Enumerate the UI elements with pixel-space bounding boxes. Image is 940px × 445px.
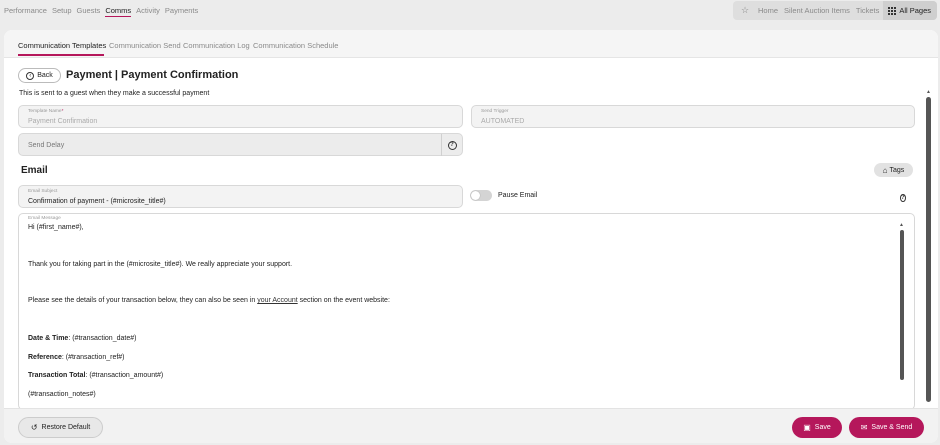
top-nav: Performance Setup Guests Comms Activity …: [4, 6, 198, 17]
restore-label: Restore Default: [41, 424, 91, 431]
page-description: This is sent to a guest when they make a…: [19, 90, 210, 97]
pause-email-toggle[interactable]: [470, 190, 492, 201]
quick-links: ☆ Home Silent Auction Items Tickets All …: [733, 1, 937, 20]
message-thanks: Thank you for taking part in the (#micro…: [28, 261, 293, 268]
top-bar: Performance Setup Guests Comms Activity …: [0, 0, 940, 22]
scroll-up-arrow-icon[interactable]: ▲: [899, 222, 904, 228]
save-icon: ▣: [803, 423, 811, 432]
tags-label: Tags: [889, 166, 905, 174]
send-delay-field[interactable]: Send Delay ?: [18, 133, 463, 156]
tags-button[interactable]: ⌂ Tags: [874, 163, 913, 177]
tab-communication-send[interactable]: Communication Send: [109, 41, 181, 50]
restore-icon: ↺: [30, 423, 38, 432]
save-send-label: Save & Send: [871, 424, 913, 431]
quick-link-silent-auction[interactable]: Silent Auction Items: [784, 6, 850, 15]
email-subject-label: Email Subject: [28, 189, 58, 194]
active-tab-indicator: [18, 54, 104, 56]
sub-tabs: Communication Templates Communication Se…: [4, 30, 938, 58]
nav-activity[interactable]: Activity: [136, 6, 160, 17]
required-mark: *: [61, 109, 64, 114]
message-greeting: Hi (#first_name#),: [28, 224, 84, 231]
message-notes: (#transaction_notes#): [28, 391, 96, 398]
quick-link-tickets[interactable]: Tickets: [856, 6, 879, 15]
send-trigger-label: Send Trigger: [481, 109, 509, 114]
template-name-label: Template Name: [28, 109, 62, 114]
nav-comms[interactable]: Comms: [105, 6, 132, 17]
back-arrow-icon: ‹: [26, 71, 35, 80]
template-name-value: Payment Confirmation: [28, 118, 98, 125]
tab-communication-log[interactable]: Communication Log: [183, 41, 250, 50]
all-pages-button[interactable]: All Pages: [883, 1, 937, 20]
save-and-send-button[interactable]: ✉ Save & Send: [849, 417, 924, 438]
page-title: Payment | Payment Confirmation: [66, 69, 239, 81]
all-pages-label: All Pages: [899, 6, 931, 15]
send-delay-help-button[interactable]: ?: [441, 134, 462, 156]
tag-icon: ⌂: [882, 165, 888, 175]
email-section-title: Email: [21, 165, 48, 176]
tab-communication-schedule[interactable]: Communication Schedule: [253, 41, 338, 50]
main-card: Communication Templates Communication Se…: [4, 30, 938, 443]
mail-icon: ✉: [860, 423, 868, 432]
nav-guests[interactable]: Guests: [77, 6, 101, 17]
help-icon: ?: [447, 140, 457, 150]
email-message-editor[interactable]: Email Message Hi (#first_name#), Thank y…: [18, 213, 915, 410]
send-delay-placeholder: Send Delay: [28, 142, 65, 149]
nav-setup[interactable]: Setup: [52, 6, 72, 17]
help-icon: ?: [900, 194, 906, 202]
footer-bar: ↺ Restore Default ▣ Save ✉ Save & Send: [4, 408, 938, 443]
toggle-knob: [471, 191, 480, 200]
email-subject-value: Confirmation of payment - (#microsite_ti…: [28, 198, 166, 205]
save-label: Save: [814, 424, 831, 431]
message-date: Date & Time: (#transaction_date#): [28, 335, 137, 342]
nav-performance[interactable]: Performance: [4, 6, 47, 17]
restore-default-button[interactable]: ↺ Restore Default: [18, 417, 103, 438]
message-reference: Reference: (#transaction_ref#): [28, 354, 125, 361]
pause-email-label: Pause Email: [498, 192, 538, 199]
message-details: Please see the details of your transacti…: [28, 297, 390, 304]
template-name-field[interactable]: Template Name* Payment Confirmation: [18, 105, 463, 128]
tab-communication-templates[interactable]: Communication Templates: [18, 41, 106, 50]
back-button[interactable]: ‹ Back: [18, 68, 61, 83]
email-message-label: Email Message: [28, 216, 61, 221]
email-help-button[interactable]: ?: [900, 192, 906, 202]
your-account-link[interactable]: your Account: [257, 297, 297, 304]
email-subject-field[interactable]: Email Subject Confirmation of payment - …: [18, 185, 463, 208]
back-label: Back: [37, 72, 53, 79]
save-button[interactable]: ▣ Save: [792, 417, 842, 438]
page-scrollbar[interactable]: [926, 97, 931, 402]
message-scrollbar[interactable]: [900, 230, 904, 380]
star-icon[interactable]: ☆: [738, 5, 752, 16]
page-scroll-up-arrow-icon[interactable]: ▲: [926, 89, 931, 95]
message-total: Transaction Total: (#transaction_amount#…: [28, 372, 164, 379]
send-trigger-value: AUTOMATED: [481, 118, 525, 125]
quick-link-home[interactable]: Home: [758, 6, 778, 15]
send-trigger-field[interactable]: Send Trigger AUTOMATED: [471, 105, 915, 128]
nav-payments[interactable]: Payments: [165, 6, 198, 17]
grid-icon: [888, 6, 897, 15]
